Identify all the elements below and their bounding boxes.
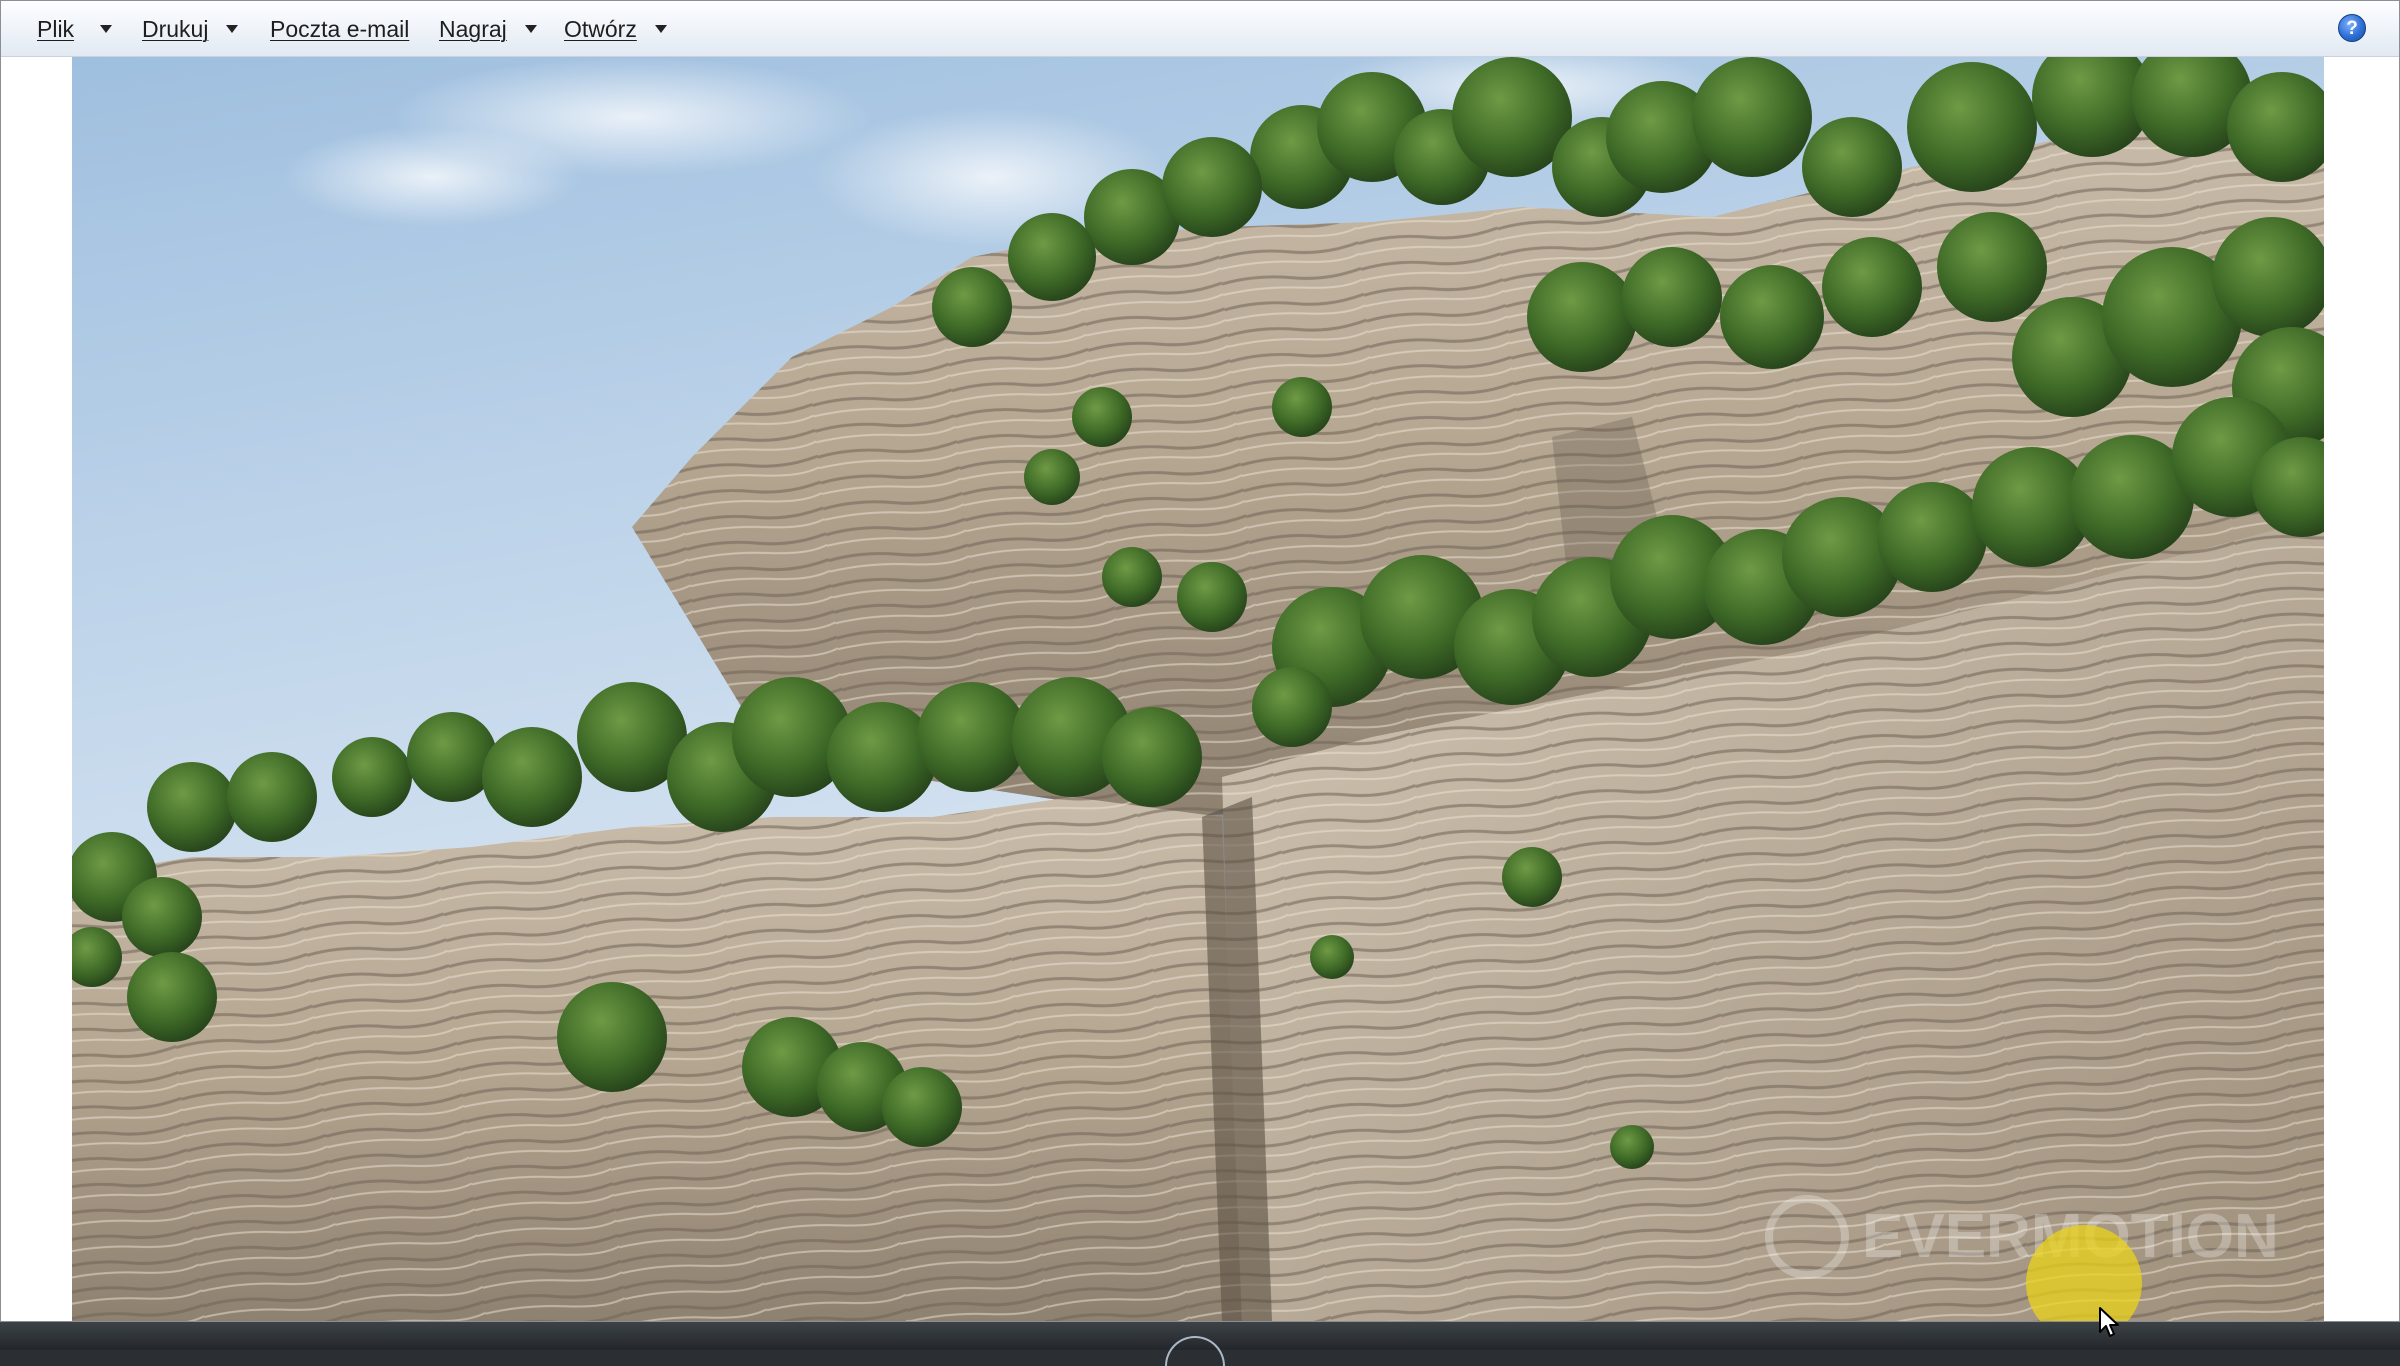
photo-viewer-window: Plik Drukuj Poczta e-mail Nagraj Otwórz … <box>0 0 2400 1322</box>
displayed-photo[interactable]: EVERMOTION <box>72 57 2324 1321</box>
open-menu-button[interactable]: Otwórz <box>564 11 667 47</box>
burn-menu-button[interactable]: Nagraj <box>439 11 537 47</box>
file-menu-label: Plik <box>37 16 75 42</box>
command-toolbar: Plik Drukuj Poczta e-mail Nagraj Otwórz … <box>1 1 2399 57</box>
open-menu-label: Otwórz <box>564 16 637 42</box>
email-label: Poczta e-mail <box>270 16 410 42</box>
help-icon[interactable]: ? <box>2338 14 2366 42</box>
file-menu-button[interactable]: Plik <box>37 11 113 47</box>
chevron-down-icon[interactable] <box>100 25 113 33</box>
email-button[interactable]: Poczta e-mail <box>270 11 409 47</box>
print-menu-label: Drukuj <box>142 16 209 42</box>
chevron-down-icon[interactable] <box>226 25 239 33</box>
image-viewport: EVERMOTION <box>2 57 2398 1321</box>
mouse-cursor-icon <box>2098 1306 2122 1345</box>
chevron-down-icon[interactable] <box>654 25 667 33</box>
cliff-landscape-image: EVERMOTION <box>72 57 2324 1321</box>
print-menu-button[interactable]: Drukuj <box>142 11 239 47</box>
chevron-down-icon[interactable] <box>524 25 537 33</box>
burn-menu-label: Nagraj <box>439 16 507 42</box>
